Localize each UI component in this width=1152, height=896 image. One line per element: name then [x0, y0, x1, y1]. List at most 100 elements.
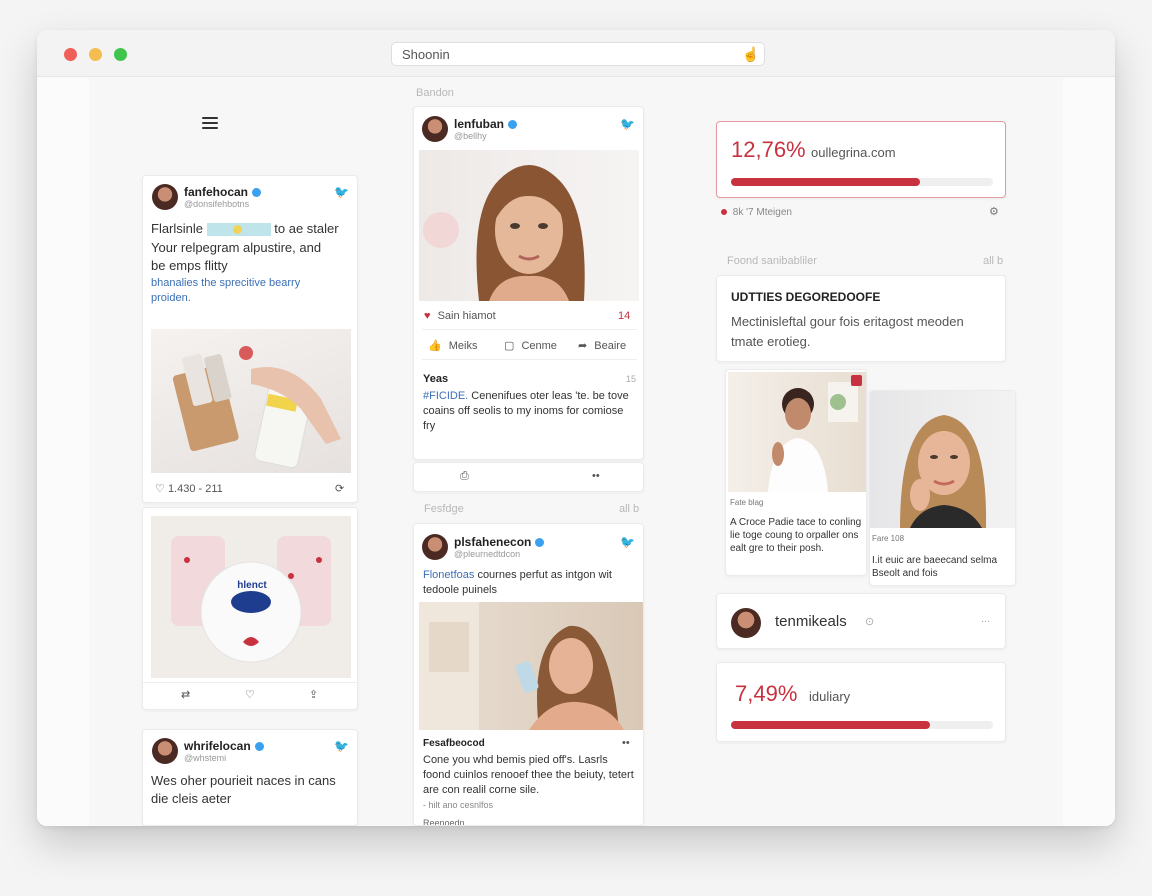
hand-pointer-icon[interactable]: ☝ [742, 46, 759, 62]
page-content: fanfehocan @donsifehbotns 🐦 Flarlsinle t… [37, 77, 1115, 826]
reply-footer: - hilt ano cesnlfos [423, 800, 494, 810]
reply-username: Fesafbeocod [423, 738, 485, 749]
stat-card-1[interactable]: 12,76% oullegrina.com [716, 121, 1006, 198]
reply-text: Cone you whd bemis pied off's. Lasrls fo… [423, 754, 634, 796]
heart-icon[interactable]: ♡ [155, 483, 165, 495]
progress-bar [731, 178, 993, 186]
reply-cut-text: Reenoedn [423, 818, 465, 826]
tweet-text-line2: Your relpegram alpustire, and [151, 240, 322, 255]
stat-site[interactable]: iduliary [809, 689, 850, 704]
lifestyle-photo [419, 602, 643, 730]
feed-area: fanfehocan @donsifehbotns 🐦 Flarlsinle t… [89, 77, 1063, 826]
user-handle: @whstemi [184, 753, 227, 763]
product-image: hlenct [151, 516, 351, 678]
tweet-link[interactable]: Flonetfoas [423, 569, 474, 581]
avatar[interactable] [422, 534, 448, 560]
stat-site[interactable]: oullegrina.com [811, 145, 896, 160]
tweet-card-left-1[interactable]: fanfehocan @donsifehbotns 🐦 Flarlsinle t… [142, 175, 358, 503]
share-button[interactable]: ➦ Beaire [578, 339, 626, 352]
verified-badge-icon [508, 120, 517, 130]
like-icon[interactable]: ♡ [245, 688, 255, 701]
user-handle: @donsifehbotns [184, 199, 250, 209]
twitter-bird-icon: 🐦 [334, 739, 349, 753]
sync-icon[interactable]: ⊙ [865, 615, 874, 628]
comment-button[interactable]: ▢ Cenme [504, 339, 557, 352]
tweet-stats: 1.430 - 211 [167, 483, 223, 495]
reply-hashtag[interactable]: #FICIDE. [423, 390, 468, 402]
stat-card-2[interactable]: 7,49% iduliary [716, 662, 1006, 742]
upload-icon[interactable]: ⇪ [309, 688, 318, 701]
twitter-bird-icon: 🐦 [620, 117, 635, 131]
section-label-2-right[interactable]: all b [619, 503, 639, 515]
progress-bar [731, 721, 993, 729]
verified-badge-icon [535, 538, 545, 548]
share-icon[interactable]: ⇄ [181, 688, 190, 701]
skincare-products-image [151, 329, 351, 473]
browser-window: Shoonin ☝ fanfehocan @donsifehbotns 🐦 Fl… [37, 30, 1115, 826]
tweet-text: Wes oher pourieit naces in cans die clei… [151, 773, 336, 806]
close-window-button[interactable] [64, 48, 77, 61]
profile-name[interactable]: tenmikeals [775, 613, 847, 630]
caption-text: A Croce Padie tace to conling lie toge c… [730, 517, 862, 554]
product-label: hlenct [237, 580, 267, 591]
comment-icon: ▢ [504, 340, 515, 352]
twitter-bird-icon: 🐦 [620, 535, 635, 549]
refresh-icon[interactable]: ⟳ [335, 482, 344, 495]
share-arrow-icon: ➦ [578, 340, 588, 352]
status-dot [721, 209, 727, 215]
avatar[interactable] [152, 184, 178, 210]
profile-row[interactable]: tenmikeals ⊙ ... [716, 593, 1006, 649]
username: whrifelocan [184, 739, 251, 753]
stat-value: 12,76% [731, 137, 806, 162]
twitter-bird-icon: 🐦 [334, 185, 349, 199]
avatar[interactable] [731, 608, 761, 638]
feature-card[interactable]: UDTTIES DEGOREDOOFE Mectinisleftal gour … [716, 275, 1006, 362]
photo-card-2[interactable]: Fare 108 I.it euic are baeecand selma Bs… [869, 390, 1016, 586]
username: plsfahenecon [454, 535, 532, 549]
minimize-window-button[interactable] [89, 48, 102, 61]
badge-icon [851, 375, 862, 386]
username: lenfuban [454, 117, 504, 131]
like-button[interactable]: 👍 Meiks [428, 339, 478, 352]
photo-card-1[interactable]: Fate blag A Croce Padie tace to conling … [725, 369, 867, 576]
feature-text: Mectinisleftal gour fois eritagost meode… [731, 314, 964, 349]
progress-fill [731, 721, 931, 729]
stat-subtext: 8k '7 Mteigen [732, 207, 792, 218]
tweet-card-center-actions: ⎙ •• [413, 462, 644, 492]
settings-gear-icon[interactable]: ⚙ [989, 205, 999, 218]
username: fanfehocan [184, 185, 249, 199]
thumbs-up-icon: 👍 [428, 340, 442, 352]
bookmark-icon[interactable]: ⎙ [460, 470, 469, 483]
section-label: Bandon [416, 87, 454, 99]
section-label-3: Foond sanibabliler [727, 255, 817, 267]
avatar[interactable] [422, 116, 448, 142]
tweet-link[interactable]: bhanalies the sprecitive bearry proiden. [151, 276, 331, 306]
section-label-2: Fesfdge [424, 503, 464, 515]
tweet-card-center-2[interactable]: plsfahenecon @pleurnedtdcon 🐦 Flonetfoas… [413, 523, 644, 826]
avatar[interactable] [152, 738, 178, 764]
more-options-icon[interactable]: •• [592, 470, 600, 482]
address-bar[interactable]: Shoonin ☝ [391, 42, 765, 66]
product-card[interactable]: hlenct ⇄ ♡ ⇪ [142, 507, 358, 710]
reply-username: Yeas [423, 373, 449, 385]
more-options-icon[interactable]: •• [622, 737, 630, 749]
tweet-card-center-1[interactable]: lenfuban @bellhy 🐦 ♥ Sain hiamot 14 👍 Me… [413, 106, 644, 460]
likes-count: 14 [618, 310, 631, 322]
caption-label: Fare 108 [872, 534, 905, 543]
feature-title: UDTTIES DEGOREDOOFE [731, 290, 881, 304]
hamburger-menu-icon[interactable] [202, 117, 218, 129]
section-label-3-right[interactable]: all b [983, 255, 1003, 267]
tweet-card-left-3[interactable]: whrifelocan @whstemi 🐦 Wes oher pourieit… [142, 729, 358, 826]
woman-portrait-photo [870, 391, 1015, 528]
heart-icon[interactable]: ♥ [424, 310, 431, 322]
tweet-text-line3: be emps flitty [151, 258, 228, 273]
caption-text: I.it euic are baeecand selma Bseolt and … [872, 555, 998, 579]
maximize-window-button[interactable] [114, 48, 127, 61]
likes-text: Sain hiamot [437, 310, 496, 322]
progress-fill [731, 178, 920, 186]
stat-value: 7,49% [735, 681, 798, 706]
user-handle: @pleurnedtdcon [454, 549, 521, 559]
tweet-text-suffix: to ae staler [274, 221, 339, 236]
portrait-photo [419, 150, 639, 301]
more-options-icon[interactable]: ... [981, 613, 990, 625]
